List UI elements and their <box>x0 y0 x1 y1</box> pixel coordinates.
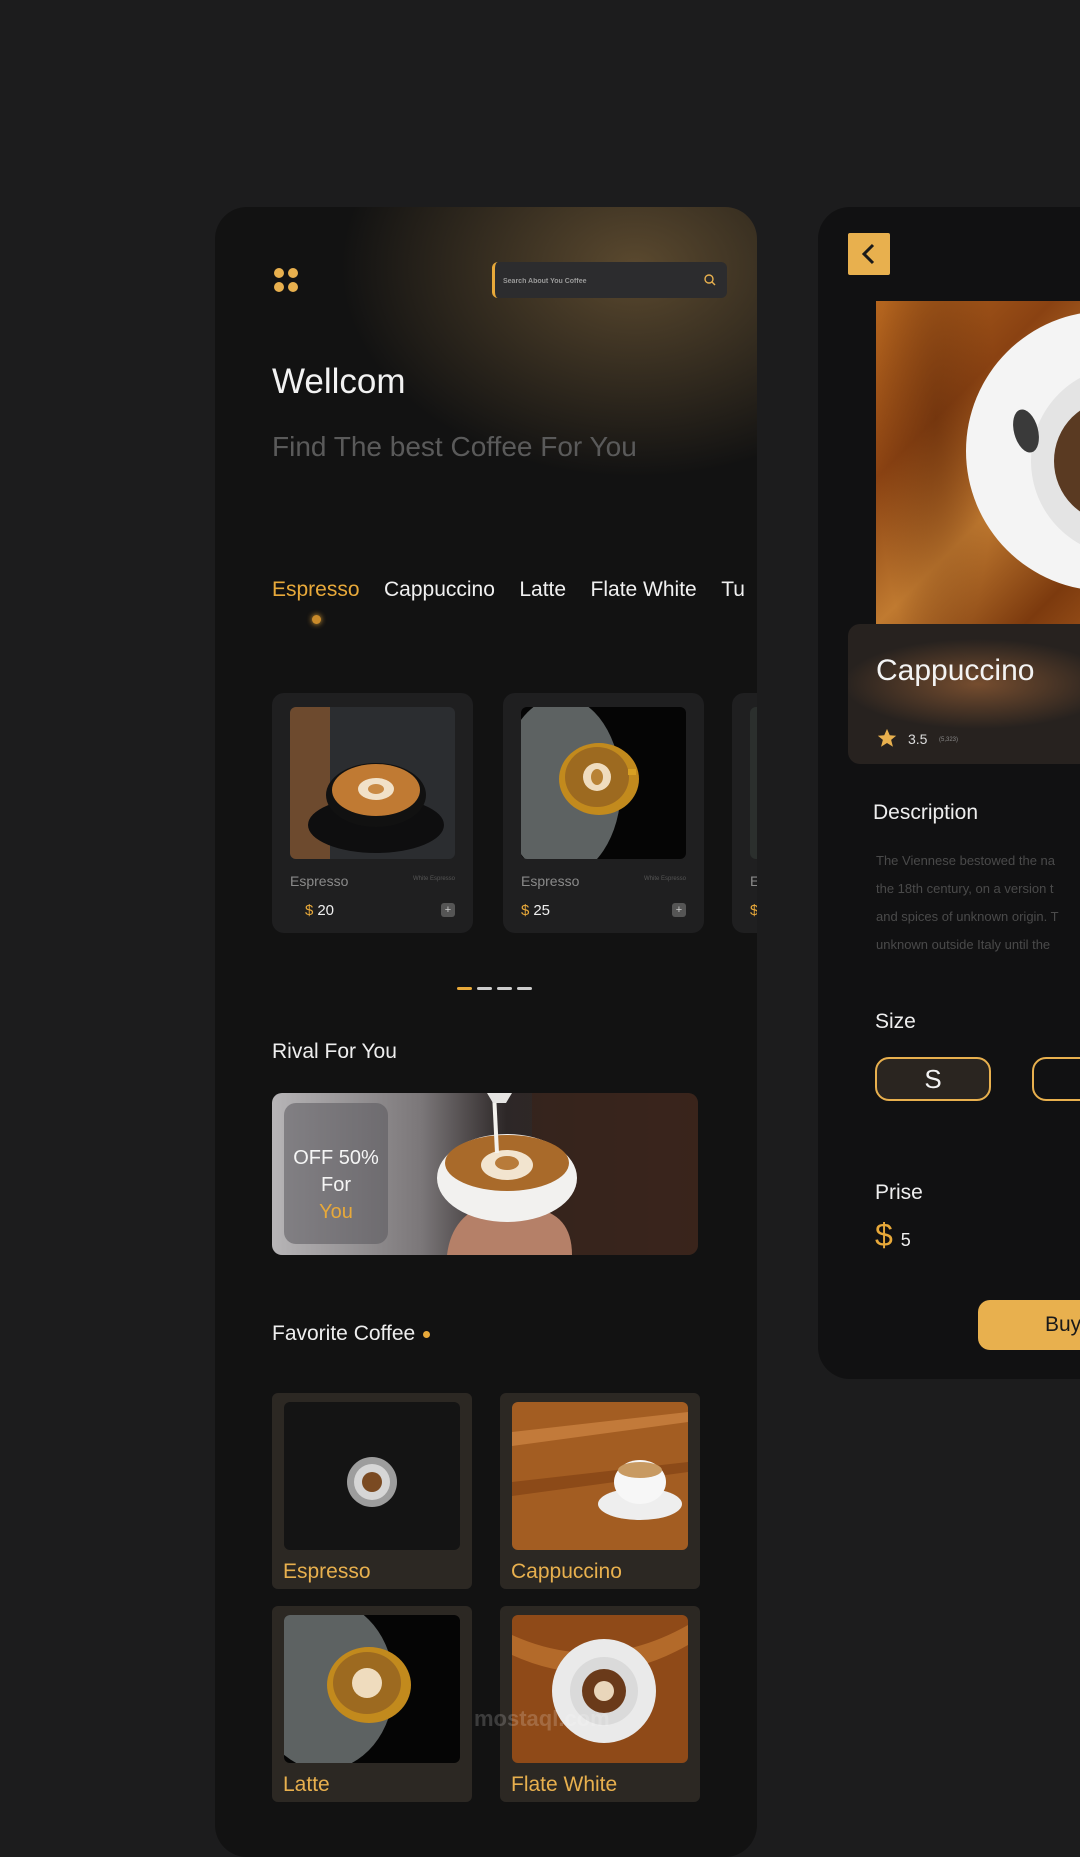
search-icon[interactable] <box>703 273 717 287</box>
tab-flate-white[interactable]: Flate White <box>591 578 697 602</box>
currency-symbol: $ <box>521 902 530 919</box>
search-input[interactable] <box>501 262 695 300</box>
card-price: $20 <box>305 902 334 919</box>
favorite-item-cappuccino[interactable]: Cappuccino <box>500 1393 700 1589</box>
detail-screen: Cappuccino 3.5 (5,323) Description The V… <box>818 207 1080 1379</box>
pager-dot[interactable] <box>457 987 472 990</box>
coffee-cards: Espresso White Espresso $20 + Espresso W… <box>272 693 757 933</box>
price-value: 25 <box>533 902 551 919</box>
currency-symbol: $ <box>875 1217 893 1253</box>
description-title: Description <box>873 801 979 824</box>
welcome-title: Wellcom <box>272 362 406 401</box>
favorite-image <box>284 1402 460 1550</box>
rating-value: 3.5 <box>908 731 928 747</box>
coffee-image <box>290 707 455 859</box>
tab-latte[interactable]: Latte <box>519 578 566 602</box>
promo-line-2: For <box>321 1174 351 1196</box>
favorite-item-latte[interactable]: Latte <box>272 1606 472 1802</box>
coffee-card[interactable]: E $ <box>732 693 757 933</box>
favorite-image <box>512 1402 688 1550</box>
card-price: $25 <box>521 902 550 919</box>
size-option-s[interactable]: S <box>875 1057 991 1101</box>
description-text: The Viennese bestowed the na the 18th ce… <box>876 847 1080 959</box>
promo-line-1: OFF 50% <box>293 1147 379 1169</box>
tab-tu[interactable]: Tu <box>721 578 745 602</box>
carousel-pager <box>457 977 537 995</box>
price-value: 20 <box>317 902 335 919</box>
menu-grid-icon[interactable] <box>274 268 300 294</box>
coffee-card[interactable]: Espresso White Espresso $20 + <box>272 693 473 933</box>
tab-cappuccino[interactable]: Cappuccino <box>384 578 495 602</box>
active-tab-indicator <box>312 615 321 624</box>
coffee-hero-image <box>876 301 1080 631</box>
size-title: Size <box>875 1010 916 1033</box>
promo-banner[interactable]: OFF 50% For You <box>272 1093 698 1255</box>
search-bar[interactable] <box>492 262 727 300</box>
favorite-label: Cappuccino <box>511 1560 622 1583</box>
price-value: 5 <box>900 1230 911 1250</box>
chevron-left-icon <box>861 243 875 265</box>
favorite-label: Latte <box>283 1773 330 1796</box>
currency-symbol: $ <box>305 902 314 919</box>
card-price: $ <box>750 902 757 919</box>
tab-espresso[interactable]: Espresso <box>272 578 360 602</box>
promo-line-3: You <box>319 1201 353 1223</box>
favorite-item-espresso[interactable]: Espresso <box>272 1393 472 1589</box>
favorite-item-flate-white[interactable]: Flate White <box>500 1606 700 1802</box>
description-line: and spices of unknown origin. T <box>876 909 1059 924</box>
pager-dot[interactable] <box>477 987 492 990</box>
coffee-image <box>750 707 757 859</box>
star-icon <box>877 728 897 747</box>
size-option-next[interactable] <box>1032 1057 1080 1101</box>
favorite-section-title: Favorite Coffee <box>272 1322 431 1346</box>
home-screen: Wellcom Find The best Coffee For You Esp… <box>215 207 757 1857</box>
watermark-text: mostaql.com <box>474 1706 610 1731</box>
favorite-dot-icon <box>423 1330 431 1338</box>
back-button[interactable] <box>848 233 890 275</box>
add-to-cart-button[interactable]: + <box>672 903 686 917</box>
price-display: $5 <box>875 1217 911 1254</box>
product-title: Cappuccino <box>876 654 1035 687</box>
favorite-label: Espresso <box>283 1560 371 1583</box>
currency-symbol: $ <box>750 902 757 919</box>
card-name: E <box>750 873 757 889</box>
favorite-image <box>284 1615 460 1763</box>
description-line: The Viennese bestowed the na <box>876 853 1056 868</box>
price-title: Prise <box>875 1181 923 1204</box>
favorite-label: Flate White <box>511 1773 618 1796</box>
product-info-card: Cappuccino 3.5 (5,323) <box>848 624 1080 764</box>
coffee-image <box>521 707 686 859</box>
category-tabs: Espresso Cappuccino Latte Flate White Tu <box>272 578 757 602</box>
promo-label-box: OFF 50% For You <box>284 1103 388 1244</box>
rating-count: (5,323) <box>939 737 959 743</box>
card-name: Espresso <box>290 873 349 889</box>
coffee-card[interactable]: Espresso White Espresso $25 + <box>503 693 704 933</box>
welcome-subtitle: Find The best Coffee For You <box>272 431 637 462</box>
rival-section-title: Rival For You <box>272 1040 397 1063</box>
buy-button[interactable]: Buy <box>978 1300 1080 1350</box>
card-name: Espresso <box>521 873 580 889</box>
favorite-image <box>512 1615 688 1763</box>
pager-dot[interactable] <box>517 987 532 990</box>
favorite-title-text: Favorite Coffee <box>272 1322 416 1345</box>
description-line: the 18th century, on a version t <box>876 881 1054 896</box>
description-line: unknown outside Italy until the <box>876 937 1051 952</box>
card-subtitle: White Espresso <box>412 876 455 882</box>
card-subtitle: White Espresso <box>643 876 686 882</box>
add-to-cart-button[interactable]: + <box>441 903 455 917</box>
pager-dot[interactable] <box>497 987 512 990</box>
